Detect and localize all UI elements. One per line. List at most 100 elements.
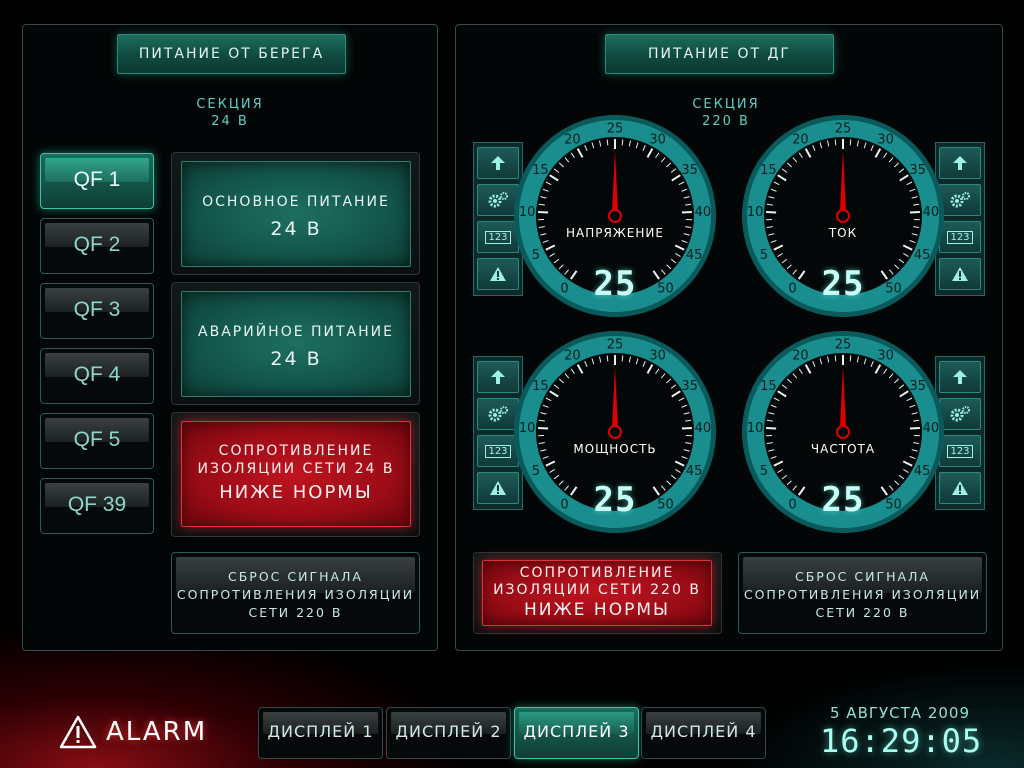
- breaker-qf39-button[interactable]: QF 39: [40, 478, 154, 534]
- gauge-readout: 25: [593, 264, 637, 304]
- alarm-indicator[interactable]: ALARM: [58, 710, 207, 754]
- dial-hub: [608, 209, 622, 223]
- dial-tick: [538, 210, 549, 214]
- display-2-button[interactable]: ДИСПЛЕЙ 2: [386, 707, 511, 759]
- numeric-display-button[interactable]: 123: [939, 435, 981, 467]
- dial-tick: [606, 139, 609, 146]
- dial-tick: [834, 355, 837, 362]
- clock-display: 16:29:05: [820, 722, 983, 760]
- breaker-qf3-button[interactable]: QF 3: [40, 283, 154, 339]
- dial-tick-label: 35: [909, 379, 926, 394]
- dial-tick-label: 5: [532, 464, 540, 479]
- dial-tick-label: 10: [747, 205, 764, 220]
- frequency-gauge: 0 5 10 15 20 25 30 35 40 45 50 ЧАСТОТА 25: [741, 330, 945, 534]
- dial-tick-label: 35: [681, 379, 698, 394]
- dial-hub: [836, 209, 850, 223]
- power-gauge: 0 5 10 15 20 25 30 35 40 45 50 МОЩНОСТЬ 25: [513, 330, 717, 534]
- dial-tick-label: 15: [532, 163, 549, 178]
- voltage-gauge: 0 5 10 15 20 25 30 35 40 45 50 НАПРЯЖЕНИЕ 25: [513, 114, 717, 318]
- dial-tick: [538, 426, 549, 430]
- gauge-readout: 25: [593, 480, 637, 520]
- dial-tick: [909, 210, 920, 214]
- dial-tick-label: 45: [686, 248, 703, 263]
- dial-tick-label: 30: [649, 133, 666, 148]
- dial-tick-label: 10: [519, 421, 536, 436]
- display-1-button[interactable]: ДИСПЛЕЙ 1: [258, 707, 383, 759]
- breaker-qf5-button[interactable]: QF 5: [40, 413, 154, 469]
- gauge-label: НАПРЯЖЕНИЕ: [566, 226, 664, 240]
- dial-tick-label: 40: [923, 421, 940, 436]
- generator-power-title: ПИТАНИЕ ОТ ДГ: [605, 34, 834, 74]
- dial-tick-label: 20: [792, 349, 809, 364]
- dial-tick-label: 5: [760, 464, 768, 479]
- gauge-readout: 25: [821, 480, 865, 520]
- dial-tick: [621, 139, 624, 146]
- gauge-readout: 25: [821, 264, 865, 304]
- dial-tick-label: 40: [923, 205, 940, 220]
- dial-tick-label: 10: [747, 421, 764, 436]
- gear-icon[interactable]: [939, 184, 981, 216]
- breaker-qf2-button[interactable]: QF 2: [40, 218, 154, 274]
- dial-tick-label: 15: [760, 163, 777, 178]
- emergency-power-indicator: АВАРИЙНОЕ ПИТАНИЕ 24 В: [181, 291, 411, 397]
- dial-tick-label: 15: [532, 379, 549, 394]
- dial-tick-label: 35: [909, 163, 926, 178]
- main-power-indicator: ОСНОВНОЕ ПИТАНИЕ 24 В: [181, 161, 411, 267]
- up-arrow-icon[interactable]: [939, 361, 981, 393]
- dial-tick-label: 45: [686, 464, 703, 479]
- dial-tick: [766, 426, 777, 430]
- up-arrow-icon[interactable]: [939, 147, 981, 179]
- dial-tick: [849, 355, 852, 362]
- dial-tick-label: 10: [519, 205, 536, 220]
- dial-tick: [834, 139, 837, 146]
- warning-icon[interactable]: [939, 258, 981, 290]
- dial-hub: [608, 425, 622, 439]
- dial-tick-label: 45: [914, 464, 931, 479]
- gauge-label: ЧАСТОТА: [810, 442, 876, 456]
- date-display: 5 АВГУСТА 2009: [830, 704, 970, 722]
- dial-tick-label: 35: [681, 163, 698, 178]
- dial-tick: [766, 210, 777, 214]
- dial-tick-label: 30: [877, 349, 894, 364]
- dial-tick-label: 25: [835, 122, 852, 137]
- dial-tick-label: 5: [760, 248, 768, 263]
- dial-tick-label: 30: [877, 133, 894, 148]
- breaker-qf4-button[interactable]: QF 4: [40, 348, 154, 404]
- display-3-button[interactable]: ДИСПЛЕЙ 3: [514, 707, 639, 759]
- dial-tick-label: 40: [695, 421, 712, 436]
- dial-tick: [909, 426, 920, 430]
- shore-power-title: ПИТАНИЕ ОТ БЕРЕГА: [117, 34, 346, 74]
- gauge-label: МОЩНОСТЬ: [573, 442, 657, 456]
- dial-tick-label: 25: [607, 338, 624, 353]
- insulation-alarm-24-indicator: СОПРОТИВЛЕНИЕ ИЗОЛЯЦИИ СЕТИ 24 В НИЖЕ НО…: [181, 421, 411, 527]
- display-4-button[interactable]: ДИСПЛЕЙ 4: [641, 707, 766, 759]
- gauge-label: ТОК: [828, 226, 858, 240]
- dial-tick: [681, 426, 692, 430]
- current-gauge: 0 5 10 15 20 25 30 35 40 45 50 ТОК 25: [741, 114, 945, 318]
- dial-tick-label: 20: [564, 349, 581, 364]
- alarm-label: ALARM: [106, 717, 208, 747]
- dial-hub: [836, 425, 850, 439]
- dial-tick: [606, 355, 609, 362]
- dial-tick-label: 45: [914, 248, 931, 263]
- gear-icon[interactable]: [939, 398, 981, 430]
- warning-icon[interactable]: [939, 472, 981, 504]
- dial-tick: [681, 210, 692, 214]
- dial-tick-label: 25: [607, 122, 624, 137]
- breaker-qf1-button[interactable]: QF 1: [40, 153, 154, 209]
- dial-tick-label: 30: [649, 349, 666, 364]
- numeric-display-button[interactable]: 123: [939, 221, 981, 253]
- insulation-alarm-220-indicator: СОПРОТИВЛЕНИЕ ИЗОЛЯЦИИ СЕТИ 220 В НИЖЕ Н…: [482, 560, 712, 626]
- dial-tick-label: 40: [695, 205, 712, 220]
- dial-tick-label: 25: [835, 338, 852, 353]
- dial-tick-label: 20: [564, 133, 581, 148]
- dial-tick-label: 5: [532, 248, 540, 263]
- dial-tick: [849, 139, 852, 146]
- dial-tick: [621, 355, 624, 362]
- dial-tick-label: 20: [792, 133, 809, 148]
- dial-tick-label: 15: [760, 379, 777, 394]
- warning-icon: [59, 715, 97, 749]
- reset-insulation-alarm-right-button[interactable]: СБРОС СИГНАЛА СОПРОТИВЛЕНИЯ ИЗОЛЯЦИИ СЕТ…: [738, 552, 987, 634]
- reset-insulation-alarm-left-button[interactable]: СБРОС СИГНАЛА СОПРОТИВЛЕНИЯ ИЗОЛЯЦИИ СЕТ…: [171, 552, 420, 634]
- section-label-24: СЕКЦИЯ 24 В: [196, 97, 264, 129]
